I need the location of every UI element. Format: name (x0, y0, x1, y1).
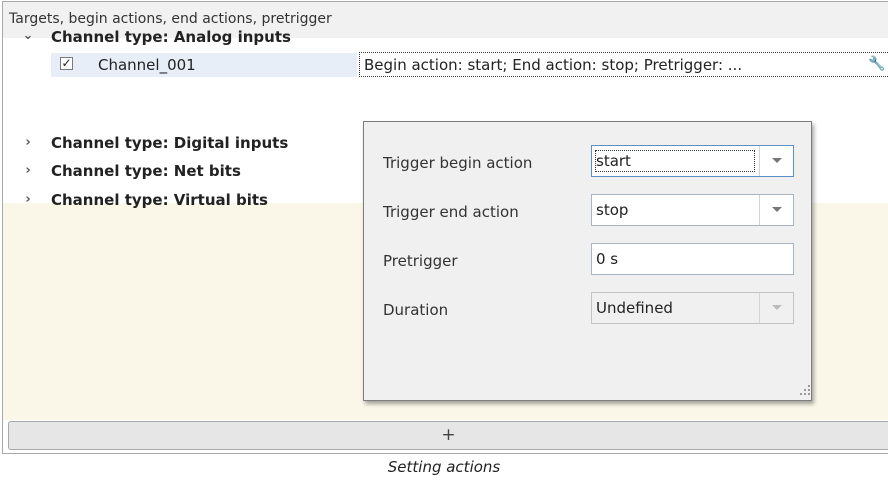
panel-title: Targets, begin actions, end actions, pre… (9, 11, 332, 27)
dropdown-button[interactable] (759, 146, 793, 176)
wrench-icon[interactable]: 🔧 (868, 54, 888, 74)
pretrigger-label: Pretrigger (383, 252, 458, 270)
chevron-down-icon (772, 207, 782, 212)
plus-icon: + (441, 425, 456, 445)
trigger-end-label: Trigger end action (383, 203, 519, 221)
channel-label: Channel_001 (98, 56, 196, 74)
chevron-down-icon (772, 305, 782, 310)
add-button[interactable]: + (8, 421, 888, 450)
dropdown-button (759, 293, 793, 323)
duration-select: Undefined (591, 292, 794, 324)
duration-value: Undefined (596, 299, 673, 317)
pretrigger-value: 0 s (596, 250, 619, 268)
chevron-right-icon[interactable]: › (22, 190, 34, 210)
group-analog-inputs[interactable]: Channel type: Analog inputs (51, 27, 291, 47)
pretrigger-input[interactable]: 0 s (591, 243, 794, 275)
action-summary: Begin action: start; End action: stop; P… (364, 56, 743, 74)
channel-row[interactable] (51, 53, 357, 77)
chevron-down-icon[interactable]: ⌄ (22, 26, 34, 46)
duration-label: Duration (383, 301, 449, 319)
trigger-begin-label: Trigger begin action (383, 154, 533, 172)
chevron-down-icon (772, 158, 782, 163)
dropdown-button[interactable] (759, 195, 793, 225)
figure-caption: Setting actions (387, 458, 501, 476)
trigger-begin-select[interactable]: start (591, 145, 794, 177)
group-net-bits[interactable]: Channel type: Net bits (51, 161, 241, 181)
group-digital-inputs[interactable]: Channel type: Digital inputs (51, 133, 288, 153)
trigger-end-select[interactable]: stop (591, 194, 794, 226)
group-virtual-bits[interactable]: Channel type: Virtual bits (51, 190, 268, 210)
chevron-right-icon[interactable]: › (22, 133, 34, 153)
resize-grip-icon[interactable] (799, 384, 811, 396)
trigger-begin-value: start (596, 152, 631, 170)
chevron-right-icon[interactable]: › (22, 161, 34, 181)
trigger-end-value: stop (596, 201, 629, 219)
channel-checkbox[interactable]: ✓ (60, 57, 73, 70)
